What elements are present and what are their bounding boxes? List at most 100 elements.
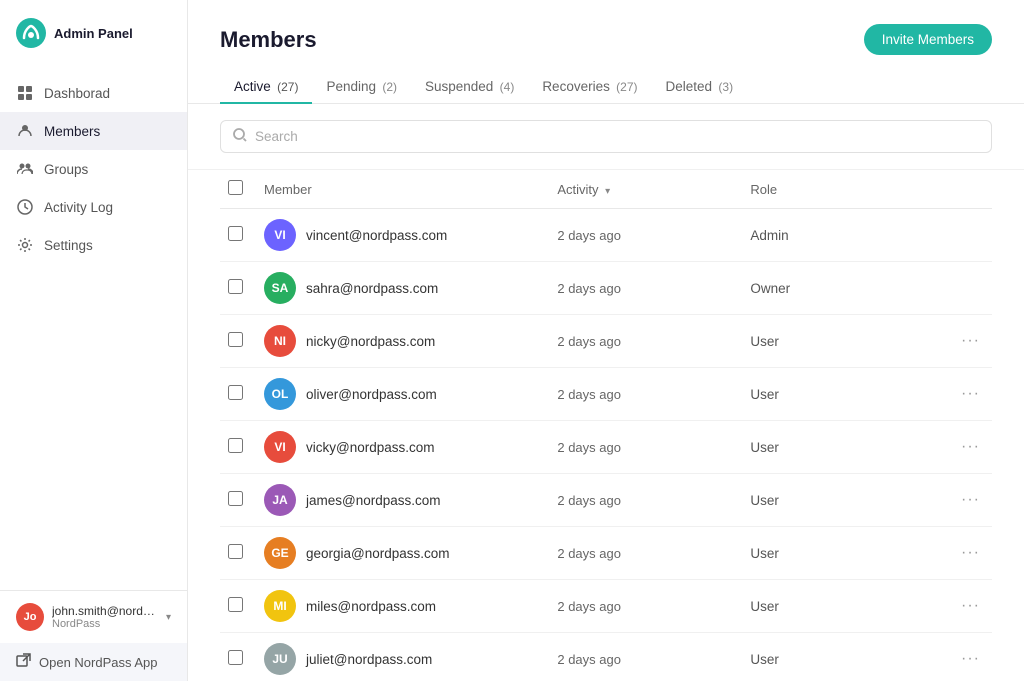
tab-deleted[interactable]: Deleted (3) (652, 71, 748, 104)
more-options-button[interactable]: ··· (957, 595, 984, 617)
invite-members-button[interactable]: Invite Members (864, 24, 992, 55)
more-options-button[interactable]: ··· (957, 648, 984, 670)
tab-active-count: (27) (274, 80, 299, 94)
open-app-button[interactable]: Open NordPass App (0, 643, 187, 681)
activity-text: 2 days ago (557, 387, 621, 402)
member-email: vincent@nordpass.com (306, 228, 447, 243)
more-options-button[interactable]: ··· (957, 383, 984, 405)
actions-cell (949, 209, 992, 262)
members-icon (16, 122, 34, 140)
row-checkbox-cell (220, 368, 256, 421)
sidebar-item-settings[interactable]: Settings (0, 226, 187, 264)
activity-col-header[interactable]: Activity ▾ (549, 170, 742, 209)
page-title: Members (220, 27, 317, 53)
member-avatar: Ju (264, 643, 296, 675)
sidebar-item-activity-log[interactable]: Activity Log (0, 188, 187, 226)
row-checkbox-cell (220, 262, 256, 315)
row-checkbox[interactable] (228, 332, 243, 347)
member-email: miles@nordpass.com (306, 599, 436, 614)
row-checkbox[interactable] (228, 491, 243, 506)
dashboard-icon (16, 84, 34, 102)
member-avatar: Ni (264, 325, 296, 357)
row-checkbox-cell (220, 633, 256, 681)
tabs: Active (27) Pending (2) Suspended (4) Re… (188, 55, 1024, 104)
activity-cell: 2 days ago (549, 527, 742, 580)
groups-icon (16, 160, 34, 178)
activity-col-label: Activity (557, 182, 598, 197)
actions-col-header (949, 170, 992, 209)
role-cell: Admin (742, 209, 949, 262)
table-row: Ol oliver@nordpass.com 2 days ago User ·… (220, 368, 992, 421)
role-cell: Owner (742, 262, 949, 315)
more-options-button[interactable]: ··· (957, 489, 984, 511)
tab-deleted-label: Deleted (666, 79, 713, 94)
user-profile[interactable]: Jo john.smith@nordpass... NordPass ▾ (0, 591, 187, 643)
member-cell: Ge georgia@nordpass.com (256, 527, 549, 580)
row-checkbox[interactable] (228, 597, 243, 612)
tab-deleted-count: (3) (715, 80, 733, 94)
role-cell: User (742, 421, 949, 474)
row-checkbox[interactable] (228, 544, 243, 559)
sidebar-item-groups[interactable]: Groups (0, 150, 187, 188)
tab-suspended[interactable]: Suspended (4) (411, 71, 528, 104)
settings-icon (16, 236, 34, 254)
sidebar-footer: Jo john.smith@nordpass... NordPass ▾ Ope… (0, 590, 187, 681)
member-email: juliet@nordpass.com (306, 652, 432, 667)
search-wrap (220, 120, 992, 153)
member-email: oliver@nordpass.com (306, 387, 437, 402)
activity-text: 2 days ago (557, 228, 621, 243)
row-checkbox[interactable] (228, 279, 243, 294)
member-email: vicky@nordpass.com (306, 440, 435, 455)
more-options-button[interactable]: ··· (957, 330, 984, 352)
row-checkbox[interactable] (228, 385, 243, 400)
tab-pending[interactable]: Pending (2) (312, 71, 411, 104)
row-checkbox-cell (220, 209, 256, 262)
activity-cell: 2 days ago (549, 368, 742, 421)
sidebar-item-members[interactable]: Members (0, 112, 187, 150)
main-content: Members Invite Members Active (27) Pendi… (188, 0, 1024, 681)
select-all-checkbox[interactable] (228, 180, 243, 195)
role-text: User (750, 387, 779, 402)
row-checkbox[interactable] (228, 438, 243, 453)
activity-icon (16, 198, 34, 216)
row-checkbox[interactable] (228, 226, 243, 241)
member-email: james@nordpass.com (306, 493, 441, 508)
logo: Admin Panel (0, 0, 187, 66)
sidebar-item-dashboard[interactable]: Dashborad (0, 74, 187, 112)
tab-active[interactable]: Active (27) (220, 71, 312, 104)
role-text: User (750, 440, 779, 455)
role-text: User (750, 546, 779, 561)
member-avatar: Vi (264, 431, 296, 463)
role-cell: User (742, 527, 949, 580)
table-row: Ja james@nordpass.com 2 days ago User ··… (220, 474, 992, 527)
user-company: NordPass (52, 618, 158, 630)
sidebar-item-members-label: Members (44, 124, 100, 139)
table-header-row: Member Activity ▾ Role (220, 170, 992, 209)
actions-cell: ··· (949, 368, 992, 421)
activity-text: 2 days ago (557, 493, 621, 508)
activity-text: 2 days ago (557, 652, 621, 667)
table-row: Mi miles@nordpass.com 2 days ago User ··… (220, 580, 992, 633)
members-table-wrap: Member Activity ▾ Role (188, 170, 1024, 681)
open-app-label: Open NordPass App (39, 655, 158, 670)
search-input[interactable] (255, 129, 979, 144)
role-cell: User (742, 315, 949, 368)
tab-active-label: Active (234, 79, 271, 94)
role-cell: User (742, 633, 949, 681)
member-avatar: Vi (264, 219, 296, 251)
member-cell: Ju juliet@nordpass.com (256, 633, 549, 681)
more-options-button[interactable]: ··· (957, 436, 984, 458)
member-cell: Ol oliver@nordpass.com (256, 368, 549, 421)
activity-cell: 2 days ago (549, 474, 742, 527)
row-checkbox[interactable] (228, 650, 243, 665)
role-text: User (750, 599, 779, 614)
member-cell: Mi miles@nordpass.com (256, 580, 549, 633)
more-options-button[interactable]: ··· (957, 542, 984, 564)
role-cell: User (742, 368, 949, 421)
actions-cell: ··· (949, 474, 992, 527)
user-email: john.smith@nordpass... (52, 604, 158, 618)
activity-cell: 2 days ago (549, 262, 742, 315)
tab-recoveries[interactable]: Recoveries (27) (528, 71, 651, 104)
member-cell: Sa sahra@nordpass.com (256, 262, 549, 315)
tab-suspended-label: Suspended (425, 79, 493, 94)
